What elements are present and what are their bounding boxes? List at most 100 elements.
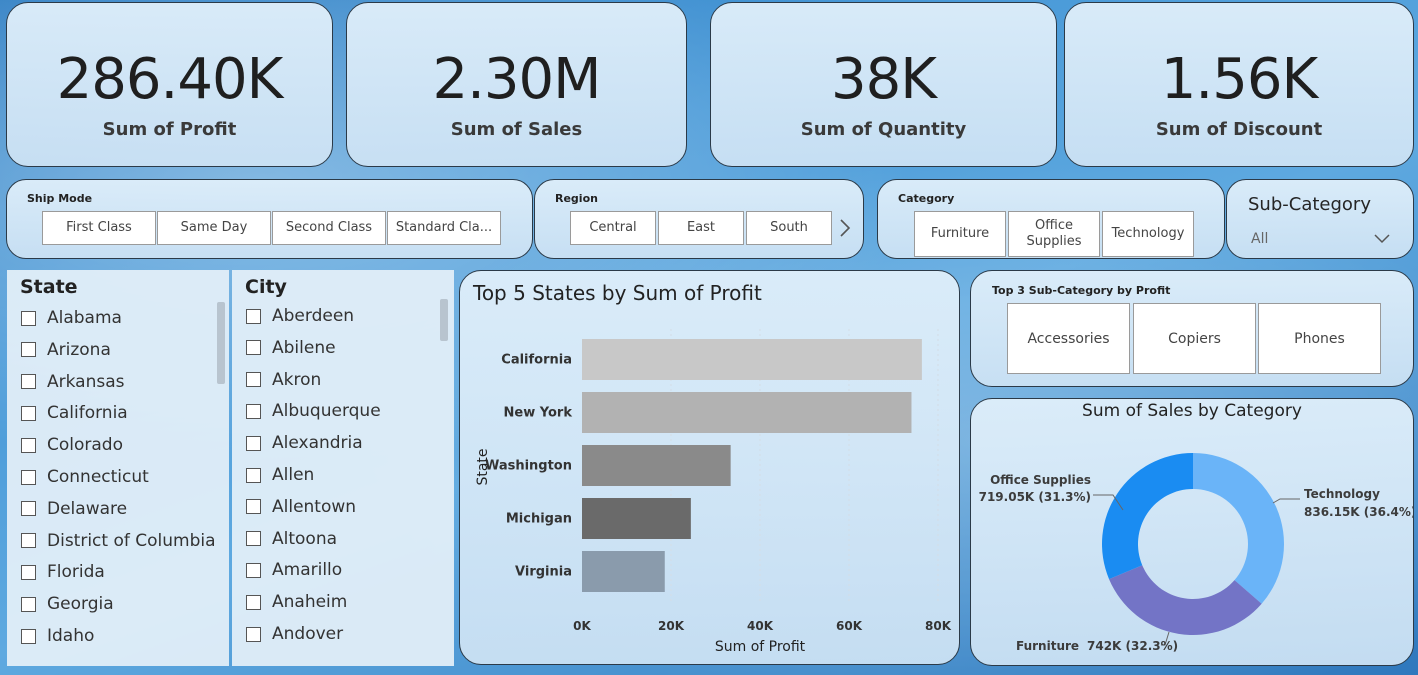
- sub-category-value[interactable]: All: [1251, 231, 1268, 247]
- list-item[interactable]: Georgia: [21, 593, 114, 615]
- checkbox[interactable]: [246, 594, 261, 610]
- donut-slice[interactable]: [1193, 453, 1284, 604]
- ship-mode-option[interactable]: First Class: [42, 211, 156, 245]
- list-item[interactable]: Delaware: [21, 498, 127, 520]
- state-list-scrollbar[interactable]: [217, 302, 225, 384]
- slicer-title: Ship Mode: [27, 192, 93, 205]
- checkbox[interactable]: [21, 405, 36, 421]
- list-item-label: Connecticut: [47, 467, 149, 487]
- checkbox[interactable]: [21, 469, 36, 485]
- checkbox[interactable]: [21, 628, 36, 644]
- checkbox[interactable]: [21, 374, 36, 390]
- bar[interactable]: [582, 339, 922, 380]
- checkbox[interactable]: [246, 467, 261, 483]
- list-item[interactable]: Andover: [246, 623, 343, 645]
- ship-mode-option[interactable]: Same Day: [157, 211, 271, 245]
- donut-chart: Technology 836.15K (36.4%) Office Supplies…: [979, 453, 1413, 653]
- top3-subcategory-card: Top 3 Sub-Category by Profit Accessories…: [970, 270, 1414, 387]
- list-item[interactable]: Florida: [21, 561, 105, 583]
- list-item[interactable]: Arizona: [21, 339, 111, 361]
- list-item[interactable]: Arkansas: [21, 371, 125, 393]
- top3-item[interactable]: Accessories: [1007, 303, 1130, 374]
- checkbox[interactable]: [21, 342, 36, 358]
- list-item[interactable]: Abilene: [246, 337, 336, 359]
- bar[interactable]: [582, 392, 912, 433]
- bar[interactable]: [582, 498, 691, 539]
- list-item-label: Abilene: [272, 337, 336, 358]
- checkbox[interactable]: [246, 308, 261, 324]
- list-item-label: Albuquerque: [272, 401, 381, 422]
- x-tick-label: 20K: [658, 619, 685, 633]
- checkbox[interactable]: [246, 435, 261, 451]
- slice-name: Technology: [1304, 487, 1380, 501]
- checkbox[interactable]: [21, 533, 36, 549]
- ship-mode-option[interactable]: Standard Cla...: [387, 211, 501, 245]
- list-item-label: Andover: [272, 624, 344, 644]
- top3-item[interactable]: Copiers: [1133, 303, 1256, 374]
- checkbox[interactable]: [246, 562, 261, 578]
- city-list-scrollbar[interactable]: [440, 299, 448, 341]
- checkbox[interactable]: [21, 501, 36, 517]
- list-item[interactable]: California: [21, 402, 128, 424]
- category-option[interactable]: Furniture: [914, 211, 1006, 257]
- list-item-label: District of Columbia: [47, 530, 216, 551]
- y-tick-label: Virginia: [515, 565, 572, 580]
- region-option[interactable]: South: [746, 211, 832, 245]
- checkbox[interactable]: [246, 499, 261, 515]
- list-item[interactable]: Amarillo: [246, 559, 342, 581]
- list-item-label: Colorado: [47, 435, 123, 456]
- x-tick-label: 60K: [836, 619, 863, 633]
- region-option[interactable]: East: [658, 211, 744, 245]
- sub-category-slicer[interactable]: Sub-Category All: [1226, 179, 1414, 259]
- checkbox[interactable]: [246, 626, 261, 642]
- checkbox[interactable]: [246, 403, 261, 419]
- slice-label: 836.15K (36.4%): [1304, 505, 1413, 519]
- list-item[interactable]: Alabama: [21, 307, 122, 329]
- list-item[interactable]: Connecticut: [21, 466, 149, 488]
- donut-slice[interactable]: [1102, 453, 1193, 580]
- checkbox[interactable]: [246, 531, 261, 547]
- ship-mode-option[interactable]: Second Class: [272, 211, 386, 245]
- checkbox[interactable]: [246, 340, 261, 356]
- kpi-value: 38K: [831, 47, 937, 112]
- city-list-header: City: [245, 276, 287, 298]
- checkbox[interactable]: [21, 437, 36, 453]
- list-item-label: Alexandria: [272, 433, 363, 454]
- top3-title: Top 3 Sub-Category by Profit: [992, 284, 1171, 297]
- top3-item[interactable]: Phones: [1258, 303, 1381, 374]
- checkbox[interactable]: [21, 564, 36, 580]
- list-item[interactable]: Allentown: [246, 496, 356, 518]
- list-item-label: Arkansas: [47, 371, 125, 392]
- list-item[interactable]: Colorado: [21, 434, 123, 456]
- chevron-down-icon[interactable]: [1373, 230, 1391, 249]
- y-tick-label: Washington: [485, 459, 572, 474]
- category-option[interactable]: Office Supplies: [1008, 211, 1100, 257]
- list-item[interactable]: Akron: [246, 369, 321, 391]
- checkbox[interactable]: [246, 372, 261, 388]
- list-item[interactable]: Albuquerque: [246, 400, 381, 422]
- bar[interactable]: [582, 551, 665, 592]
- kpi-label: Sum of Profit: [102, 119, 237, 140]
- list-item[interactable]: Alexandria: [246, 432, 363, 454]
- y-tick-label: Michigan: [506, 512, 572, 527]
- category-option[interactable]: Technology: [1102, 211, 1194, 257]
- category-slicer: Category Furniture Office Supplies Techn…: [877, 179, 1225, 259]
- list-item[interactable]: Altoona: [246, 528, 337, 550]
- kpi-label: Sum of Sales: [450, 119, 583, 140]
- list-item[interactable]: Idaho: [21, 625, 94, 647]
- y-tick-label: New York: [504, 406, 573, 421]
- checkbox[interactable]: [21, 310, 36, 326]
- bar[interactable]: [582, 445, 731, 486]
- list-item[interactable]: Allen: [246, 464, 314, 486]
- checkbox[interactable]: [21, 596, 36, 612]
- list-item[interactable]: Aberdeen: [246, 305, 354, 327]
- list-item[interactable]: District of Columbia: [21, 530, 216, 552]
- x-tick-label: 80K: [925, 619, 952, 633]
- region-option[interactable]: Central: [570, 211, 656, 245]
- list-item[interactable]: Anaheim: [246, 591, 347, 613]
- kpi-value: 1.56K: [1160, 47, 1318, 112]
- chevron-right-icon[interactable]: [837, 217, 853, 239]
- list-item-label: Aberdeen: [272, 306, 355, 326]
- kpi-card-quantity: 38K Sum of Quantity: [710, 2, 1057, 167]
- state-list-header: State: [20, 276, 78, 298]
